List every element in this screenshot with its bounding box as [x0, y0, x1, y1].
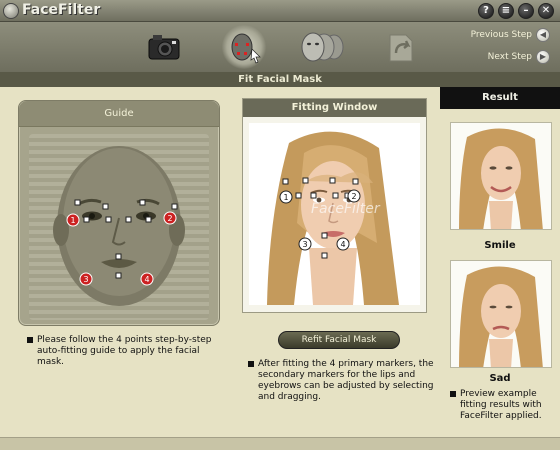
step-fit-mask-button[interactable]: [222, 25, 266, 69]
app-logo-icon: [3, 3, 19, 19]
previous-step-link[interactable]: Previous Step ◀: [471, 27, 550, 43]
result-smile-thumbnail[interactable]: [450, 122, 552, 230]
fitting-window-title: Fitting Window: [243, 99, 426, 117]
result-sad-thumbnail[interactable]: [450, 260, 552, 368]
fitting-window-panel: Fitting Window FaceFilter 1 2 3 4: [242, 98, 427, 313]
result-smile-label: Smile: [484, 240, 516, 251]
refit-facial-mask-button[interactable]: Refit Facial Mask: [278, 331, 400, 349]
svg-text:1: 1: [283, 193, 288, 202]
close-button[interactable]: ✕: [538, 3, 554, 19]
result-note: Preview example fitting results with Fac…: [450, 389, 558, 422]
previous-step-label: Previous Step: [470, 30, 532, 40]
step-export-button[interactable]: [378, 25, 422, 69]
help-button[interactable]: ?: [478, 3, 494, 19]
result-panel: Smile Sad Preview example fitting result…: [440, 109, 560, 450]
guide-face-image: 1 2 3 4: [29, 134, 209, 320]
fitting-marker-1[interactable]: 1: [279, 190, 293, 204]
export-icon: [389, 34, 413, 62]
step-capture-button[interactable]: [142, 25, 186, 69]
guide-marker-4: 4: [140, 272, 154, 286]
faces-icon: [301, 32, 344, 62]
guide-marker-1: 1: [66, 213, 80, 227]
watermark-text: FaceFilter: [311, 201, 381, 217]
next-step-link[interactable]: Next Step ▶: [488, 49, 550, 65]
arrow-right-icon: ▶: [536, 49, 550, 64]
camera-icon: [148, 35, 180, 60]
minimize-button[interactable]: –: [518, 3, 534, 19]
result-note-text: Preview example fitting results with Fac…: [460, 389, 542, 421]
svg-text:2: 2: [351, 192, 356, 201]
guide-marker-3: 3: [79, 272, 93, 286]
bullet-icon: [248, 361, 254, 367]
menu-button[interactable]: ≡: [498, 3, 514, 19]
fitting-photo[interactable]: FaceFilter 1 2 3 4: [249, 123, 420, 305]
guide-instruction: Please follow the 4 points step-by-step …: [27, 335, 217, 368]
arrow-left-icon: ◀: [536, 27, 550, 42]
svg-text:4: 4: [340, 240, 345, 249]
fitting-marker-2[interactable]: 2: [347, 189, 361, 203]
fitting-note-text: After fitting the 4 primary markers, the…: [258, 359, 434, 402]
toolbar: Previous Step ◀ Next Step ▶: [0, 22, 560, 72]
bullet-icon: [27, 337, 33, 343]
guide-title: Guide: [19, 101, 219, 127]
face-mask-icon: [231, 33, 261, 64]
status-bar: [0, 437, 560, 450]
step-title: Fit Facial Mask: [0, 72, 560, 87]
fitting-marker-4[interactable]: 4: [336, 237, 350, 251]
svg-text:4: 4: [144, 275, 149, 284]
result-title: Result: [440, 87, 560, 109]
guide-marker-2: 2: [163, 211, 177, 225]
svg-text:1: 1: [70, 216, 75, 225]
bullet-icon: [450, 391, 456, 397]
result-sad-label: Sad: [489, 373, 511, 384]
guide-instruction-text: Please follow the 4 points step-by-step …: [37, 335, 212, 367]
svg-text:3: 3: [302, 240, 307, 249]
fitting-note: After fitting the 4 primary markers, the…: [248, 359, 434, 403]
step-preview-button[interactable]: [296, 25, 344, 69]
app-title: FaceFilter: [22, 2, 101, 18]
title-bar: FaceFilter ? ≡ – ✕: [0, 0, 560, 22]
next-step-label: Next Step: [487, 52, 532, 62]
fitting-marker-3[interactable]: 3: [298, 237, 312, 251]
guide-panel: Guide 1 2 3 4: [18, 100, 220, 326]
svg-text:2: 2: [167, 214, 172, 223]
svg-text:3: 3: [83, 275, 88, 284]
